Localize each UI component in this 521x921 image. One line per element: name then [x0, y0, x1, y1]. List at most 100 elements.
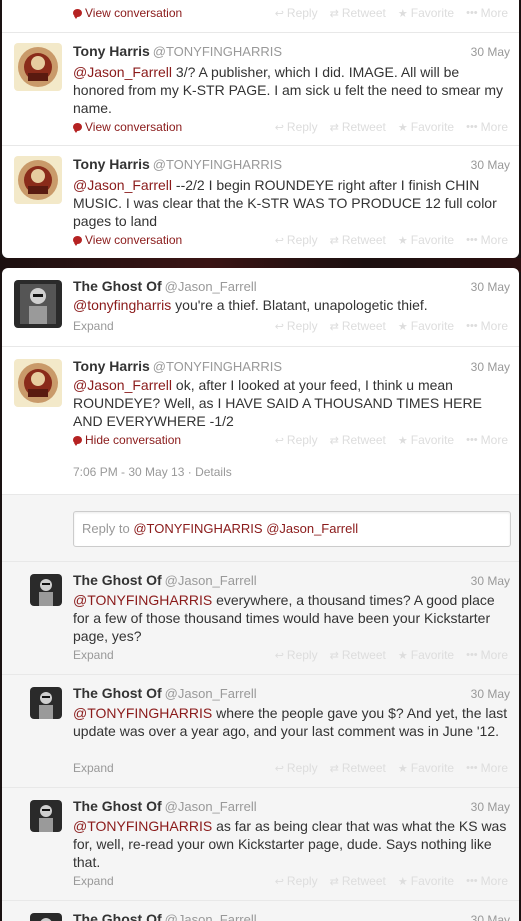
favorite-button[interactable]: ★ Favorite — [398, 761, 454, 775]
retweet-button[interactable]: ⇄ Retweet — [330, 433, 386, 447]
tweet-date[interactable]: 30 May — [471, 913, 510, 921]
favorite-button[interactable]: ★ Favorite — [398, 120, 454, 134]
tweet-timestamp[interactable]: 7:06 PM - 30 May 13 — [73, 465, 184, 479]
more-button[interactable]: ••• More — [466, 233, 508, 247]
display-name[interactable]: The Ghost Of — [73, 685, 162, 701]
view-conversation-label[interactable]: View conversation — [85, 6, 182, 20]
favorite-label: Favorite — [410, 648, 455, 662]
retweet-button[interactable]: ⇄ Retweet — [330, 874, 386, 888]
tweet-date[interactable]: 30 May — [471, 360, 510, 374]
hide-conversation-link[interactable]: Hide conversation — [73, 433, 181, 447]
more-icon: ••• — [466, 320, 478, 332]
tweet-date[interactable]: 30 May — [471, 45, 510, 59]
more-button[interactable]: ••• More — [466, 6, 508, 20]
more-button[interactable]: ••• More — [466, 874, 508, 888]
view-conversation-link[interactable]: View conversation — [73, 120, 182, 134]
tweet-date[interactable]: 30 May — [471, 280, 510, 294]
avatar[interactable] — [14, 280, 62, 328]
tweet-partial[interactable]: View conversation ↩ Reply ⇄ Retweet ★ Favor… — [2, 0, 519, 33]
expand-link[interactable]: Expand — [73, 319, 114, 333]
expand-link[interactable]: Expand — [73, 648, 114, 662]
reply-tweet[interactable]: The Ghost Of @Jason_Farrell 30 May @TONYF… — [2, 788, 519, 901]
avatar[interactable] — [14, 156, 62, 204]
mention-link[interactable]: @TONYFINGHARRIS — [73, 592, 212, 608]
reply-button[interactable]: ↩ Reply — [275, 6, 318, 20]
more-button[interactable]: ••• More — [466, 648, 508, 662]
avatar[interactable] — [14, 359, 62, 407]
tweet-date[interactable]: 30 May — [471, 574, 510, 588]
tweet-date[interactable]: 30 May — [471, 800, 510, 814]
reply-button[interactable]: ↩ Reply — [275, 433, 318, 447]
view-conversation-link[interactable]: View conversation — [73, 6, 182, 20]
user-handle[interactable]: @TONYFINGHARRIS — [153, 44, 282, 59]
expand-link[interactable]: Expand — [73, 874, 114, 888]
retweet-button[interactable]: ⇄ Retweet — [330, 761, 386, 775]
reply-input[interactable]: Reply to @TONYFINGHARRIS @Jason_Farrell — [73, 511, 511, 547]
more-button[interactable]: ••• More — [466, 319, 508, 333]
conversation-card-expanded: The Ghost Of @Jason_Farrell 30 May @tonyf… — [2, 268, 519, 921]
tweet-body: you're a thief. Blatant, unapologetic th… — [171, 297, 428, 313]
retweet-button[interactable]: ⇄ Retweet — [330, 319, 386, 333]
avatar[interactable] — [30, 800, 62, 832]
reply-tweet[interactable]: The Ghost Of @Jason_Farrell 30 May @TONYF… — [2, 562, 519, 675]
user-handle[interactable]: @Jason_Farrell — [165, 279, 257, 294]
reply-button[interactable]: ↩ Reply — [275, 319, 318, 333]
tweet-date[interactable]: 30 May — [471, 158, 510, 172]
retweet-label: Retweet — [341, 433, 386, 447]
retweet-button[interactable]: ⇄ Retweet — [330, 6, 386, 20]
favorite-button[interactable]: ★ Favorite — [398, 233, 454, 247]
display-name[interactable]: Tony Harris — [73, 43, 150, 59]
retweet-button[interactable]: ⇄ Retweet — [330, 648, 386, 662]
view-conversation-label[interactable]: View conversation — [85, 233, 182, 247]
reply-button[interactable]: ↩ Reply — [275, 874, 318, 888]
mention-link[interactable]: @tonyfingharris — [73, 297, 171, 313]
display-name[interactable]: Tony Harris — [73, 358, 150, 374]
tweet[interactable]: Tony Harris @TONYFINGHARRIS 30 May @Jason… — [2, 33, 519, 146]
avatar[interactable] — [30, 574, 62, 606]
avatar[interactable] — [30, 913, 62, 921]
mention-link[interactable]: @Jason_Farrell — [73, 177, 172, 193]
more-button[interactable]: ••• More — [466, 433, 508, 447]
hide-conversation-label[interactable]: Hide conversation — [85, 433, 181, 447]
tweet-expanded[interactable]: Tony Harris @TONYFINGHARRIS 30 May @Jason… — [2, 347, 519, 494]
avatar[interactable] — [30, 687, 62, 719]
reply-button[interactable]: ↩ Reply — [275, 648, 318, 662]
details-link[interactable]: Details — [195, 465, 232, 479]
mention-link[interactable]: @TONYFINGHARRIS — [73, 705, 212, 721]
mention-link[interactable]: @TONYFINGHARRIS — [73, 818, 212, 834]
tweet[interactable]: Tony Harris @TONYFINGHARRIS 30 May @Jason… — [2, 146, 519, 258]
user-handle[interactable]: @Jason_Farrell — [165, 799, 257, 814]
more-button[interactable]: ••• More — [466, 761, 508, 775]
retweet-button[interactable]: ⇄ Retweet — [330, 233, 386, 247]
avatar[interactable] — [14, 43, 62, 91]
display-name[interactable]: The Ghost Of — [73, 911, 162, 921]
reply-tweet[interactable]: The Ghost Of @Jason_Farrell 30 May @TONYF… — [2, 675, 519, 788]
user-handle[interactable]: @Jason_Farrell — [165, 912, 257, 921]
mention-link[interactable]: @Jason_Farrell — [73, 377, 172, 393]
retweet-button[interactable]: ⇄ Retweet — [330, 120, 386, 134]
tweet-date[interactable]: 30 May — [471, 687, 510, 701]
favorite-button[interactable]: ★ Favorite — [398, 874, 454, 888]
user-handle[interactable]: @TONYFINGHARRIS — [153, 157, 282, 172]
user-handle[interactable]: @Jason_Farrell — [165, 686, 257, 701]
favorite-button[interactable]: ★ Favorite — [398, 648, 454, 662]
view-conversation-link[interactable]: View conversation — [73, 233, 182, 247]
tweet[interactable]: The Ghost Of @Jason_Farrell 30 May @tonyf… — [2, 268, 519, 347]
reply-button[interactable]: ↩ Reply — [275, 761, 318, 775]
view-conversation-label[interactable]: View conversation — [85, 120, 182, 134]
reply-button[interactable]: ↩ Reply — [275, 233, 318, 247]
expand-link[interactable]: Expand — [73, 761, 114, 775]
reply-tweet[interactable]: The Ghost Of @Jason_Farrell 30 May — [2, 901, 519, 921]
more-button[interactable]: ••• More — [466, 120, 508, 134]
display-name[interactable]: The Ghost Of — [73, 572, 162, 588]
display-name[interactable]: The Ghost Of — [73, 798, 162, 814]
user-handle[interactable]: @TONYFINGHARRIS — [153, 359, 282, 374]
favorite-button[interactable]: ★ Favorite — [398, 6, 454, 20]
favorite-button[interactable]: ★ Favorite — [398, 433, 454, 447]
mention-link[interactable]: @Jason_Farrell — [73, 64, 172, 80]
display-name[interactable]: The Ghost Of — [73, 278, 162, 294]
reply-button[interactable]: ↩ Reply — [275, 120, 318, 134]
display-name[interactable]: Tony Harris — [73, 156, 150, 172]
user-handle[interactable]: @Jason_Farrell — [165, 573, 257, 588]
favorite-button[interactable]: ★ Favorite — [398, 319, 454, 333]
